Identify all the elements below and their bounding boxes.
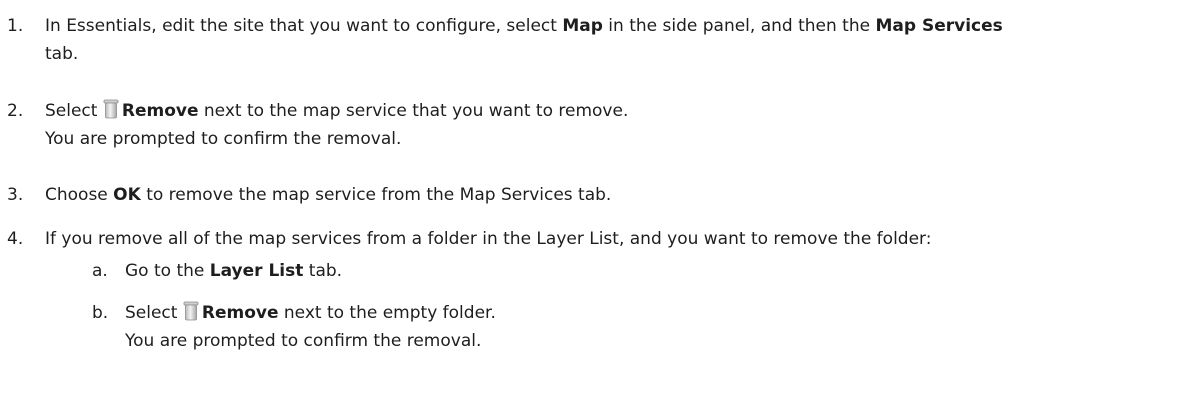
substep-text: Select Remove next to the empty folder. … (125, 299, 1204, 355)
step-text: Choose OK to remove the map service from… (45, 181, 1200, 209)
step-text-segment: next to the map service that you want to… (198, 101, 629, 121)
step-result-note: You are prompted to confirm the removal. (125, 331, 482, 351)
trash-icon (103, 99, 119, 119)
step-text-segment: next to the empty folder. (278, 303, 496, 323)
step-text-segment: Select (45, 101, 103, 121)
trash-icon (183, 301, 199, 321)
step-text-segment: Choose (45, 185, 114, 205)
ui-term-map: Map (562, 16, 603, 36)
procedure-document: 1. In Essentials, edit the site that you… (0, 0, 1204, 419)
ui-term-remove: Remove (201, 303, 279, 323)
step-text: In Essentials, edit the site that you wa… (45, 12, 1200, 68)
step-text-segment: If you remove all of the map services fr… (45, 229, 932, 249)
step-text-continuation: tab. (45, 44, 79, 64)
ui-term-layer-list: Layer List (209, 261, 304, 281)
step-text-segment: Select (125, 303, 183, 323)
step-text: Select Remove next to the map service th… (45, 97, 1200, 153)
step-number: 2. (7, 101, 24, 121)
step-number: 4. (7, 229, 24, 249)
ui-term-ok: OK (113, 185, 141, 205)
step-text-segment: In Essentials, edit the site that you wa… (45, 16, 563, 36)
step-text-segment: tab. (303, 261, 343, 281)
step-text-segment: Go to the (125, 261, 210, 281)
substep-letter: b. (92, 303, 109, 323)
ui-term-map-services: Map Services (875, 16, 1003, 36)
step-text: If you remove all of the map services fr… (45, 225, 1200, 253)
step-text-segment: to remove the map service from the Map S… (140, 185, 612, 205)
step-number: 3. (7, 185, 24, 205)
step-result-note: You are prompted to confirm the removal. (45, 129, 402, 149)
substep-letter: a. (92, 261, 108, 281)
step-text-segment: in the side panel, and then the (602, 16, 876, 36)
ui-term-remove: Remove (121, 101, 199, 121)
step-number: 1. (7, 16, 24, 36)
substep-text: Go to the Layer List tab. (125, 257, 1204, 285)
